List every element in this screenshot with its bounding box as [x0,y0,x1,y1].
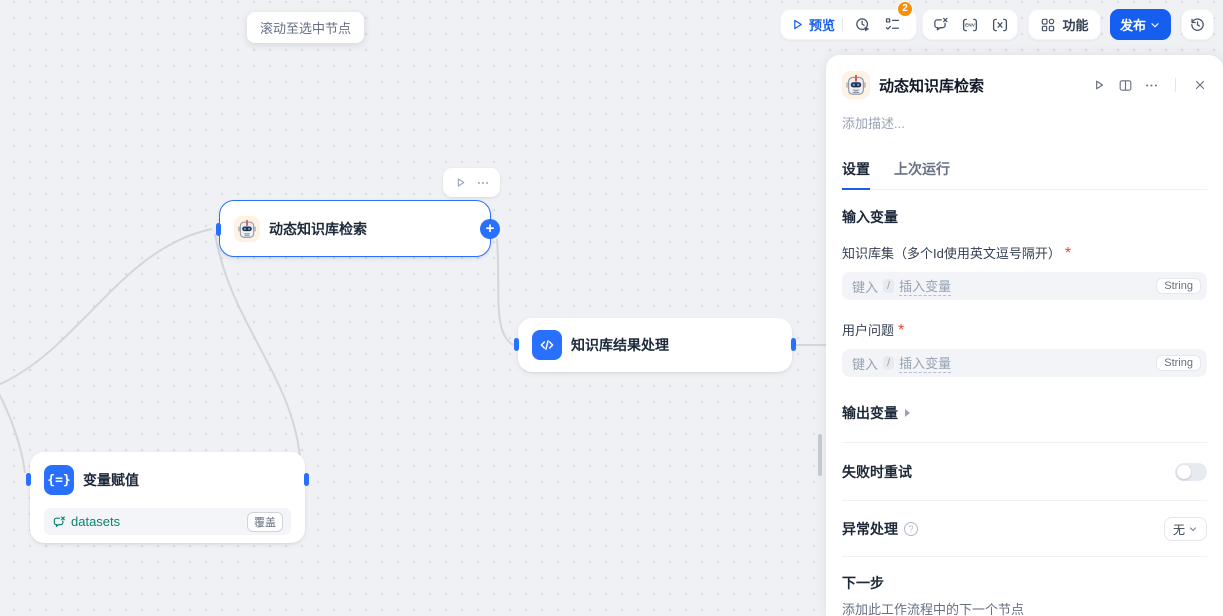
node-title: 知识库结果处理 [571,335,669,355]
robot-icon [234,216,260,242]
output-handle[interactable] [304,473,309,486]
slash-key-hint: / [883,356,894,370]
next-step-heading: 下一步 [842,573,1207,593]
split-view-icon[interactable] [1116,73,1134,97]
node-more-icon[interactable] [476,171,490,195]
checklist-icon[interactable]: 2 [880,13,904,37]
type-badge: String [1156,355,1201,371]
required-mark: * [898,322,904,339]
panel-tabs: 设置 上次运行 [842,159,1207,190]
collapse-arrow-icon [905,409,910,417]
play-icon [791,18,804,31]
node-title: 动态知识库检索 [269,219,367,239]
add-next-node-button[interactable]: + [480,219,500,239]
more-options-icon[interactable] [1142,73,1160,97]
node-run-icon[interactable] [453,171,467,195]
input-handle[interactable] [216,223,221,236]
node-kb-result-processing[interactable]: 知识库结果处理 [518,318,792,372]
edge-offscreen-to-assigner [0,388,25,473]
output-handle[interactable] [791,338,796,351]
retry-label: 失败时重试 [842,462,912,482]
retry-toggle[interactable] [1175,463,1207,481]
close-icon[interactable] [1191,73,1209,97]
panel-run-icon[interactable] [1090,73,1108,97]
workflow-canvas[interactable]: 滚动至选中节点 动态知识库检索 + 知识库结果处理 [0,0,1223,616]
next-step-description: 添加此工作流程中的下一个节点 [842,599,1207,616]
features-grid-icon [1040,17,1056,33]
slash-key-hint: / [883,279,894,293]
field-kb-set: 知识库集（多个Id使用英文逗号隔开）* [842,243,1207,263]
global-variables-icon[interactable] [988,13,1012,37]
user-question-input[interactable]: 键入 / 插入变量 String [842,349,1207,377]
code-icon [532,330,562,360]
tab-last-run[interactable]: 上次运行 [894,159,950,189]
node-title: 变量赋值 [83,470,139,490]
svg-text:ENV: ENV [965,22,976,28]
chat-variable-icon[interactable] [929,13,953,37]
checklist-count-badge: 2 [897,1,913,17]
features-button[interactable]: 功能 [1028,9,1101,40]
edge-assigner-to-retrieval [215,234,301,474]
node-settings-panel: 动态知识库检索 添加描述... 设置 上次运行 [826,55,1223,616]
kb-set-input[interactable]: 键入 / 插入变量 String [842,272,1207,300]
insert-variable-hint[interactable]: 插入变量 [899,276,951,296]
panel-title: 动态知识库检索 [879,75,1090,96]
edge-retrieval-to-code [497,239,513,345]
node-dynamic-kb-retrieval[interactable]: 动态知识库检索 + [219,200,491,257]
chevron-down-icon [1149,19,1161,31]
publish-button[interactable]: 发布 [1110,9,1171,40]
preview-button[interactable]: 预览 [791,15,835,34]
divider [842,18,843,32]
divider [1175,78,1176,92]
tab-settings[interactable]: 设置 [842,159,870,190]
overwrite-badge: 覆盖 [247,512,283,532]
field-user-question: 用户问题* [842,320,1207,340]
output-variables-toggle[interactable]: 输出变量 [842,403,1207,423]
retry-row: 失败时重试 [842,462,1207,482]
edge-offscreen-to-retrieval [0,229,212,386]
help-icon[interactable]: ? [904,522,918,536]
input-variables-heading: 输入变量 [842,207,1207,227]
conversation-variable-icon [52,515,66,529]
scrollbar[interactable] [818,434,822,476]
history-icon [1189,16,1206,33]
type-badge: String [1156,278,1201,294]
node-variable-assigner[interactable]: {=} 变量赋值 datasets 覆盖 [30,452,305,543]
chevron-down-icon [1188,524,1198,534]
description-input[interactable]: 添加描述... [842,113,1207,132]
assigner-icon: {=} [44,465,74,495]
error-handling-label: 异常处理 [842,519,898,539]
robot-icon [842,71,870,99]
required-mark: * [1065,245,1071,262]
run-history-icon[interactable] [850,13,874,37]
scroll-to-node-tooltip: 滚动至选中节点 [247,12,364,43]
version-history-button[interactable] [1181,9,1214,40]
env-variables-icon[interactable]: ENV [958,13,982,37]
error-handling-select[interactable]: 无 [1164,517,1207,541]
input-handle[interactable] [26,473,31,486]
toolbar-run-group: 预览 2 [780,9,917,40]
node-mini-toolbar [443,168,500,197]
assigned-variable-row[interactable]: datasets 覆盖 [44,508,291,535]
variable-name: datasets [71,514,120,529]
error-handling-row: 异常处理 ? 无 [842,517,1207,541]
toolbar-variables-group: ENV [922,9,1018,40]
insert-variable-hint[interactable]: 插入变量 [899,353,951,373]
input-handle[interactable] [514,338,519,351]
